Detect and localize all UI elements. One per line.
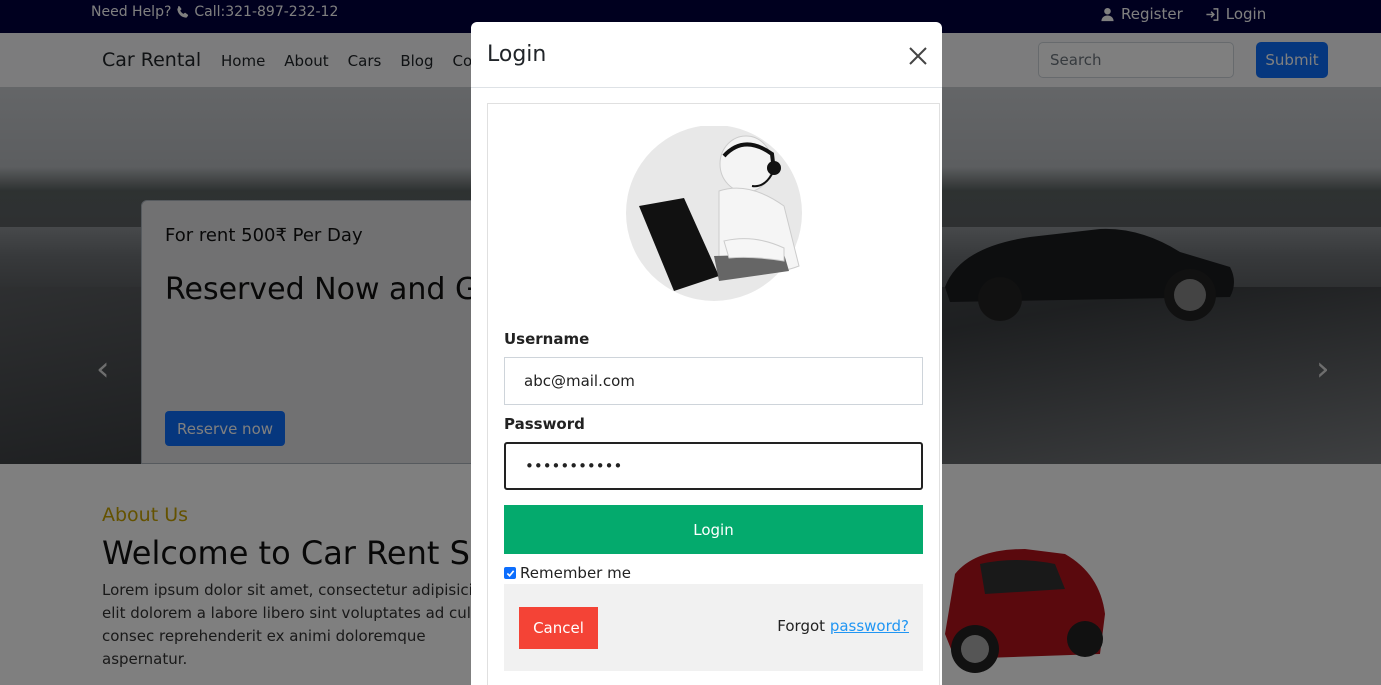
login-modal: Login Username Password Login Remember m…: [471, 22, 942, 685]
username-input[interactable]: [504, 357, 923, 405]
password-label: Password: [504, 415, 585, 433]
checkbox-checked-icon[interactable]: [504, 567, 516, 579]
remember-me[interactable]: Remember me: [504, 564, 631, 582]
login-form: Username Password Login Remember me Canc…: [487, 103, 940, 685]
forgot-password-link[interactable]: password?: [830, 617, 909, 635]
forgot-text: Forgot: [777, 617, 826, 635]
modal-footer: Cancel Forgot password?: [504, 584, 923, 671]
modal-header: Login: [471, 22, 942, 88]
username-label: Username: [504, 330, 590, 348]
login-submit-button[interactable]: Login: [504, 505, 923, 554]
avatar: [626, 126, 802, 301]
forgot-password: Forgot password?: [777, 617, 909, 635]
remember-label: Remember me: [520, 564, 631, 582]
cancel-button[interactable]: Cancel: [519, 607, 598, 649]
password-input[interactable]: [504, 442, 923, 490]
modal-title: Login: [487, 42, 547, 67]
close-icon[interactable]: [907, 45, 929, 67]
